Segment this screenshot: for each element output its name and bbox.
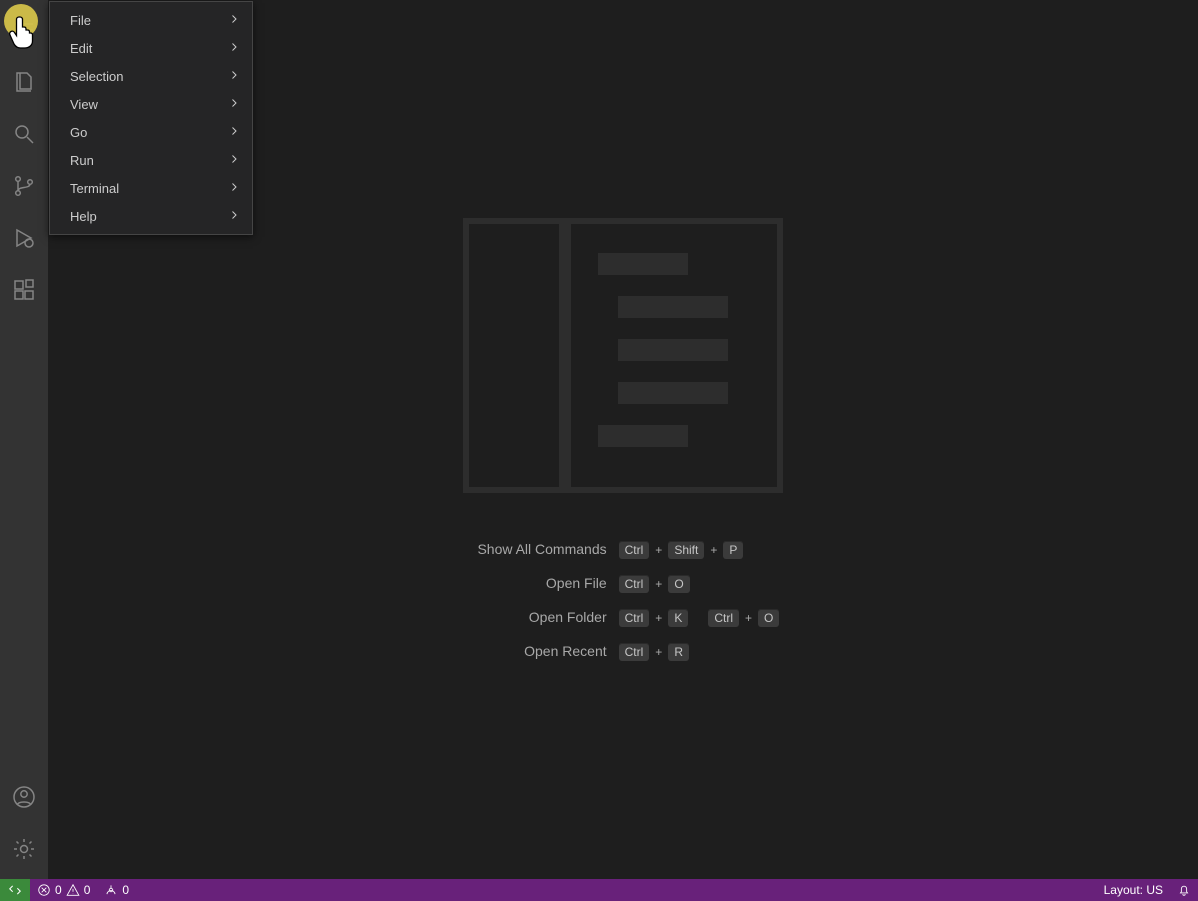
keyboard-layout-label: Layout: US: [1104, 883, 1163, 897]
status-bar: 0 0 0 Layout: US: [0, 879, 1198, 901]
warning-count: 0: [84, 883, 91, 897]
accounts-button[interactable]: [0, 773, 48, 821]
shortcut-open-file: Open File Ctrl + O: [467, 575, 780, 593]
chevron-right-icon: [228, 13, 240, 28]
application-menu-popup: File Edit Selection View Go Run Terminal…: [49, 1, 253, 235]
manage-button[interactable]: [0, 825, 48, 873]
menu-item-edit[interactable]: Edit: [50, 34, 252, 62]
source-control-button[interactable]: [0, 162, 48, 210]
menu-item-view[interactable]: View: [50, 90, 252, 118]
chevron-right-icon: [228, 69, 240, 84]
gear-icon: [12, 837, 36, 861]
key: O: [668, 575, 689, 593]
chevron-right-icon: [228, 209, 240, 224]
activity-bar: [0, 0, 48, 879]
shortcut-open-folder: Open Folder Ctrl + K Ctrl + O: [467, 609, 780, 627]
run-debug-icon: [12, 226, 36, 250]
chevron-right-icon: [228, 125, 240, 140]
key: R: [668, 643, 689, 661]
key: Ctrl: [619, 575, 650, 593]
hamburger-icon: [12, 18, 36, 42]
shortcut-label: Show All Commands: [467, 541, 607, 559]
bell-icon: [1177, 883, 1191, 897]
file-icon: [463, 218, 783, 493]
run-debug-button[interactable]: [0, 214, 48, 262]
menu-item-file[interactable]: File: [50, 6, 252, 34]
menu-item-label: Go: [70, 125, 87, 140]
menu-item-label: Selection: [70, 69, 123, 84]
key: Ctrl: [619, 541, 650, 559]
menu-item-label: Terminal: [70, 181, 119, 196]
menu-item-run[interactable]: Run: [50, 146, 252, 174]
shortcut-label: Open File: [467, 575, 607, 593]
menu-item-label: Run: [70, 153, 94, 168]
menu-item-go[interactable]: Go: [50, 118, 252, 146]
search-button[interactable]: [0, 110, 48, 158]
remote-icon: [8, 883, 22, 897]
git-branch-icon: [12, 174, 36, 198]
ports-item[interactable]: 0: [97, 879, 136, 901]
chevron-right-icon: [228, 97, 240, 112]
warning-icon: [66, 883, 80, 897]
search-icon: [12, 122, 36, 146]
files-icon: [12, 70, 36, 94]
shortcut-label: Open Folder: [467, 609, 607, 627]
chevron-right-icon: [228, 181, 240, 196]
key: P: [723, 541, 743, 559]
shortcut-label: Open Recent: [467, 643, 607, 661]
key: Ctrl: [619, 609, 650, 627]
error-count: 0: [55, 883, 62, 897]
menu-item-selection[interactable]: Selection: [50, 62, 252, 90]
menu-button[interactable]: [0, 6, 48, 54]
menu-item-label: View: [70, 97, 98, 112]
remote-indicator[interactable]: [0, 879, 30, 901]
key: O: [758, 609, 779, 627]
ports-count: 0: [122, 883, 129, 897]
menu-item-label: Help: [70, 209, 97, 224]
key: Ctrl: [619, 643, 650, 661]
menu-item-help[interactable]: Help: [50, 202, 252, 230]
keyboard-layout-item[interactable]: Layout: US: [1097, 879, 1170, 901]
problems-item[interactable]: 0 0: [30, 879, 97, 901]
editor-watermark: Show All Commands Ctrl + Shift + P Open …: [463, 218, 783, 661]
menu-item-label: File: [70, 13, 91, 28]
key: K: [668, 609, 688, 627]
menu-item-label: Edit: [70, 41, 92, 56]
extensions-button[interactable]: [0, 266, 48, 314]
explorer-button[interactable]: [0, 58, 48, 106]
account-icon: [12, 785, 36, 809]
key: Shift: [668, 541, 704, 559]
error-icon: [37, 883, 51, 897]
shortcut-open-recent: Open Recent Ctrl + R: [467, 643, 780, 661]
notifications-item[interactable]: [1170, 879, 1198, 901]
ports-icon: [104, 883, 118, 897]
chevron-right-icon: [228, 153, 240, 168]
key: Ctrl: [708, 609, 739, 627]
chevron-right-icon: [228, 41, 240, 56]
extensions-icon: [12, 278, 36, 302]
shortcut-show-all-commands: Show All Commands Ctrl + Shift + P: [467, 541, 780, 559]
menu-item-terminal[interactable]: Terminal: [50, 174, 252, 202]
